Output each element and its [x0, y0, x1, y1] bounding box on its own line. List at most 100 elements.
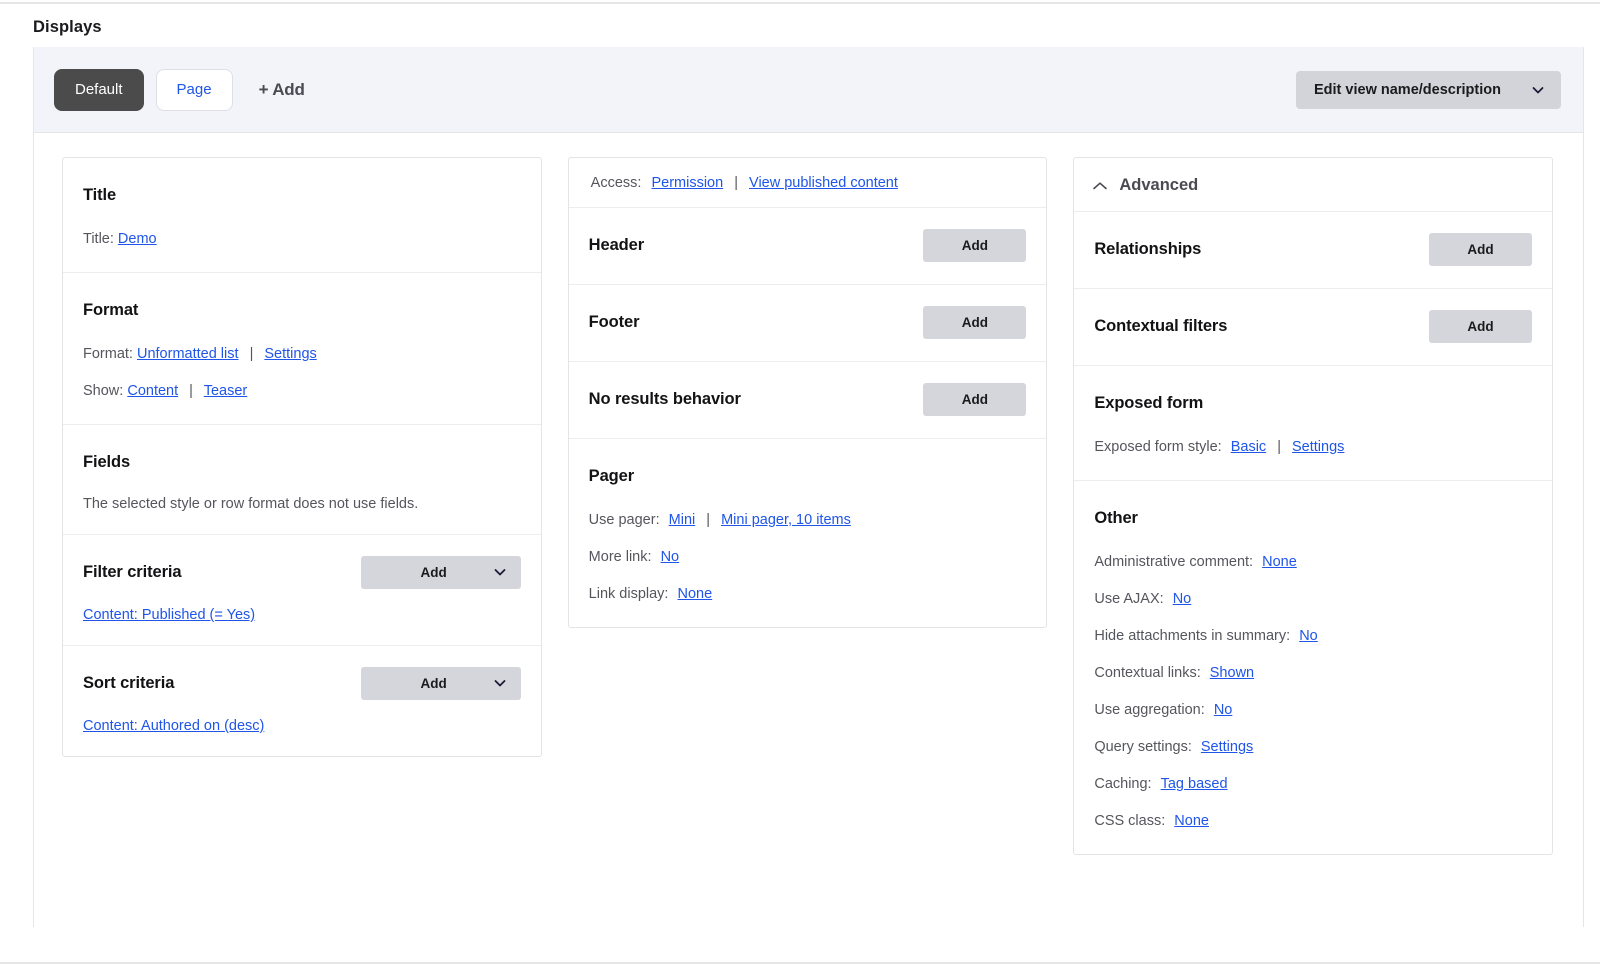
- row-use-pager: Use pager: Mini | Mini pager, 10 items: [589, 510, 1027, 531]
- sort-item-link[interactable]: Content: Authored on (desc): [83, 718, 521, 734]
- separator: |: [189, 383, 193, 400]
- exposed-form-settings-link[interactable]: Settings: [1292, 439, 1344, 455]
- caching-value[interactable]: Tag based: [1161, 776, 1228, 792]
- bucket-header-head: Header Add: [589, 228, 1027, 262]
- add-no-results-button[interactable]: Add: [923, 382, 1027, 416]
- bucket-exposed-form: Exposed form Exposed form style: Basic |…: [1074, 366, 1553, 482]
- show-row-plugin-link[interactable]: Content: [127, 383, 178, 399]
- bucket-footer-head: Footer Add: [589, 305, 1027, 339]
- add-display-button[interactable]: + Add: [259, 80, 305, 100]
- column-middle: Access: Permission | View published cont…: [567, 157, 1048, 629]
- bucket-filter-head: Filter criteria Add: [83, 555, 521, 589]
- bucket-heading: Filter criteria: [83, 562, 182, 581]
- bucket-format: Format Format: Unformatted list | Settin…: [63, 273, 541, 426]
- edit-view-name-description-dropbutton[interactable]: Edit view name/description: [1296, 70, 1561, 109]
- show-view-mode-link[interactable]: Teaser: [204, 383, 248, 399]
- row-link-display: Link display: None: [589, 584, 1027, 605]
- column-right: Advanced Relationships Add Contextual fi…: [1073, 157, 1554, 856]
- bucket-other-head: Other: [1094, 501, 1532, 535]
- more-link-value[interactable]: No: [661, 549, 680, 565]
- fields-empty-note: The selected style or row format does no…: [83, 496, 419, 513]
- bucket-heading: Footer: [588, 312, 640, 331]
- row-format: Format: Unformatted list | Settings: [83, 344, 521, 365]
- separator: |: [734, 175, 738, 191]
- bucket-fields: Fields The selected style or row format …: [63, 425, 541, 536]
- display-tabs-bar: Default Page + Add Edit view name/descri…: [34, 47, 1583, 133]
- bucket-relationships-head: Relationships Add: [1094, 232, 1533, 266]
- right-panel: Advanced Relationships Add Contextual fi…: [1073, 157, 1554, 856]
- advanced-toggle[interactable]: Advanced: [1074, 158, 1553, 212]
- bucket-format-head: Format: [83, 293, 521, 327]
- bucket-heading: Sort criteria: [83, 673, 175, 692]
- link-display-value[interactable]: None: [678, 586, 713, 602]
- add-header-button[interactable]: Add: [923, 228, 1027, 262]
- page-body: Displays Default Page + Add Edit view na…: [0, 18, 1600, 927]
- row-caching: Caching: Tag based: [1094, 774, 1532, 795]
- add-sort-dropbutton[interactable]: Add: [360, 666, 521, 700]
- bucket-exposed-form-head: Exposed form: [1094, 386, 1532, 420]
- filter-item-link[interactable]: Content: Published (= Yes): [83, 607, 521, 623]
- bucket-heading: Pager: [588, 466, 635, 485]
- bucket-footer: Footer Add: [568, 285, 1047, 362]
- row-show: Show: Content | Teaser: [83, 381, 521, 402]
- row-use-ajax: Use AJAX: No: [1094, 589, 1532, 610]
- row-use-aggregation: Use aggregation: No: [1094, 700, 1532, 721]
- row-label: Format:: [83, 346, 133, 363]
- row-label: Exposed form style:: [1094, 439, 1222, 455]
- row-label: Use pager:: [588, 512, 660, 528]
- pager-options-link[interactable]: Mini pager, 10 items: [721, 512, 851, 528]
- row-query-settings: Query settings: Settings: [1094, 737, 1532, 758]
- row-label: Caching:: [1094, 776, 1152, 793]
- contextual-links-value[interactable]: Shown: [1210, 665, 1254, 681]
- views-edit-columns: Title Title: Demo Format Format: Unforma…: [34, 133, 1583, 895]
- use-aggregation-value[interactable]: No: [1214, 702, 1233, 718]
- exposed-form-style-link[interactable]: Basic: [1231, 439, 1266, 455]
- display-tab-default[interactable]: Default: [54, 68, 144, 111]
- bucket-relationships: Relationships Add: [1074, 212, 1553, 289]
- title-value-link[interactable]: Demo: [118, 231, 157, 247]
- top-divider: [0, 2, 1600, 4]
- bucket-contextual-filters: Contextual filters Add: [1074, 289, 1553, 366]
- bucket-header: Header Add: [568, 208, 1047, 285]
- format-style-link[interactable]: Unformatted list: [137, 346, 239, 362]
- row-css-class: CSS class: None: [1094, 811, 1532, 832]
- bucket-heading: No results behavior: [588, 389, 741, 408]
- hide-attachments-value[interactable]: No: [1299, 628, 1318, 644]
- display-tab-page[interactable]: Page: [155, 68, 233, 111]
- add-filter-dropbutton[interactable]: Add: [360, 555, 521, 589]
- query-settings-value[interactable]: Settings: [1201, 739, 1253, 755]
- bucket-heading: Other: [1094, 508, 1138, 527]
- bucket-heading: Title: [83, 185, 117, 204]
- administrative-comment-value[interactable]: None: [1262, 554, 1297, 570]
- css-class-value[interactable]: None: [1174, 813, 1209, 829]
- bucket-heading: Exposed form: [1094, 393, 1204, 412]
- separator: |: [249, 346, 254, 363]
- chevron-down-icon: [493, 676, 507, 690]
- row-label: Show:: [83, 383, 124, 400]
- bucket-other: Other Administrative comment: None Use A…: [1074, 481, 1552, 854]
- row-more-link: More link: No: [589, 547, 1027, 568]
- row-label: More link:: [588, 549, 652, 566]
- views-edit-screen: Displays Default Page + Add Edit view na…: [0, 0, 1600, 966]
- format-settings-link[interactable]: Settings: [264, 346, 316, 362]
- separator: |: [706, 512, 711, 528]
- add-footer-button[interactable]: Add: [923, 305, 1027, 339]
- use-ajax-value[interactable]: No: [1173, 591, 1192, 607]
- add-relationship-button[interactable]: Add: [1429, 232, 1533, 266]
- access-plugin-link[interactable]: Permission: [651, 175, 723, 191]
- row-label: Hide attachments in summary:: [1094, 628, 1291, 645]
- bucket-title-head: Title: [83, 178, 521, 212]
- row-label: Access:: [590, 175, 642, 191]
- row-label: CSS class:: [1094, 813, 1166, 830]
- display-tabs: Default Page + Add: [54, 68, 305, 111]
- row-label: Link display:: [588, 586, 669, 603]
- row-exposed-form-style: Exposed form style: Basic | Settings: [1094, 437, 1532, 458]
- row-access: Access: Permission | View published cont…: [568, 158, 1047, 208]
- row-label: Contextual links:: [1094, 665, 1201, 682]
- row-hide-attachments: Hide attachments in summary: No: [1094, 626, 1532, 647]
- pager-type-link[interactable]: Mini: [669, 512, 696, 528]
- access-settings-link[interactable]: View published content: [749, 175, 898, 191]
- add-contextual-filter-button[interactable]: Add: [1429, 309, 1533, 343]
- separator: |: [1277, 439, 1281, 455]
- left-panel: Title Title: Demo Format Format: Unforma…: [62, 157, 542, 758]
